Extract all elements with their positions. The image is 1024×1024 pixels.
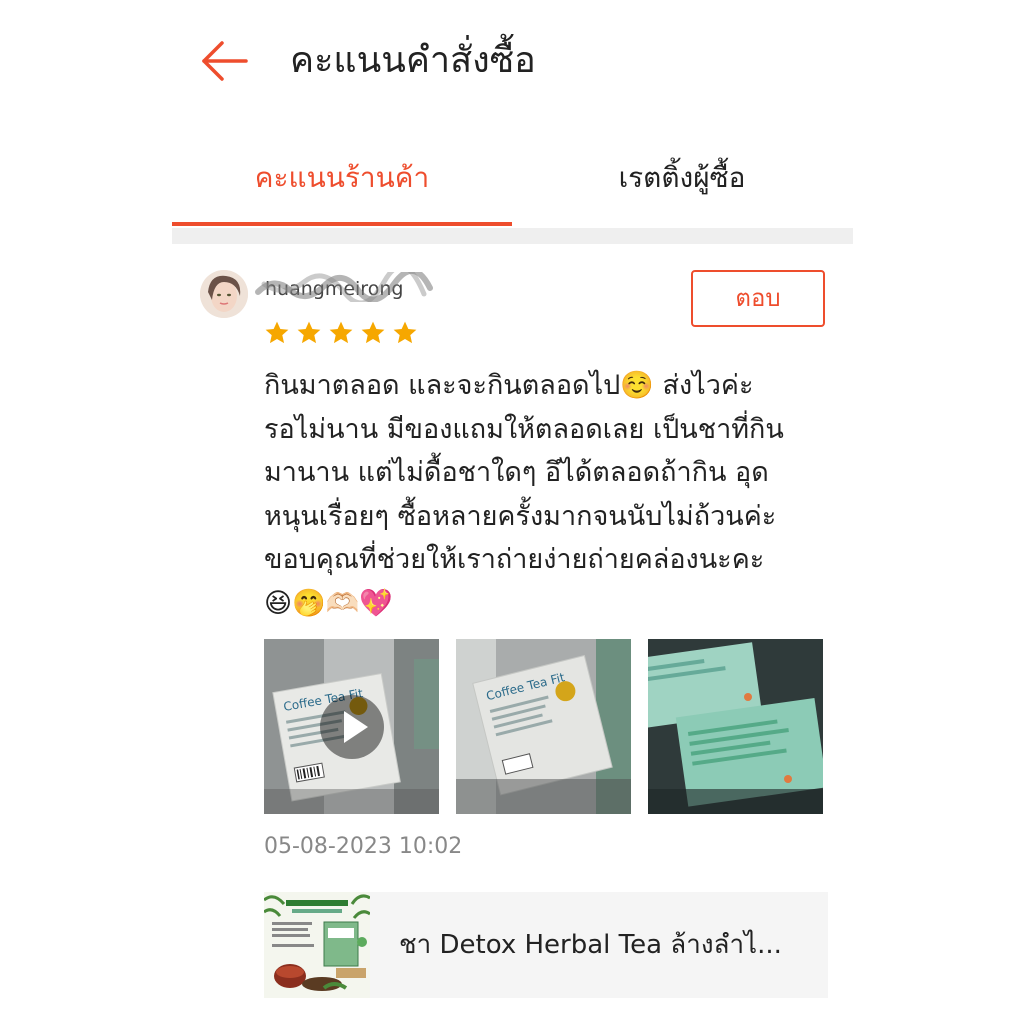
- product-name: ชา Detox Herbal Tea ล้างลำไ...: [399, 930, 782, 960]
- review-text: กินมาตลอด และจะกินตลอดไป☺️ ส่งไวค่ะ รอไม…: [264, 370, 784, 619]
- review-image-thumbnail[interactable]: [648, 639, 823, 814]
- tab-bar: คะแนนร้านค้า เรตติ้งผู้ซื้อ: [172, 140, 853, 228]
- star-icon: [265, 321, 289, 344]
- star-icon: [297, 321, 321, 344]
- section-divider: [172, 228, 853, 244]
- star-icon: [329, 321, 353, 344]
- order-rating-screen: คะแนนคำสั่งซื้อ คะแนนร้านค้า เรตติ้งผู้ซ…: [172, 0, 853, 1024]
- review-video-thumbnail[interactable]: Coffee Tea Fit: [264, 639, 439, 814]
- avatar[interactable]: [200, 270, 248, 318]
- star-icon: [393, 321, 417, 344]
- redaction-scribble: [255, 272, 433, 302]
- review-media-row: Coffee Tea Fit Coffee Tea Fit: [264, 639, 823, 814]
- star-icon: [361, 321, 385, 344]
- arrow-left-icon: [202, 41, 248, 81]
- active-tab-indicator: [172, 222, 512, 226]
- review-timestamp: 05-08-2023 10:02: [264, 834, 463, 859]
- header: คะแนนคำสั่งซื้อ: [172, 0, 853, 120]
- play-button[interactable]: [320, 695, 384, 759]
- page-title: คะแนนคำสั่งซื้อ: [290, 40, 536, 81]
- play-icon: [344, 711, 368, 743]
- product-thumbnail: [264, 892, 370, 998]
- tab-buyer-rating[interactable]: เรตติ้งผู้ซื้อ: [512, 140, 852, 224]
- product-card[interactable]: ชา Detox Herbal Tea ล้างลำไ...: [264, 892, 828, 998]
- rating-stars: [264, 320, 418, 352]
- review-image-thumbnail[interactable]: Coffee Tea Fit: [456, 639, 631, 814]
- reply-button[interactable]: ตอบ: [691, 270, 825, 327]
- back-button[interactable]: [198, 36, 254, 86]
- tab-shop-rating[interactable]: คะแนนร้านค้า: [172, 140, 512, 224]
